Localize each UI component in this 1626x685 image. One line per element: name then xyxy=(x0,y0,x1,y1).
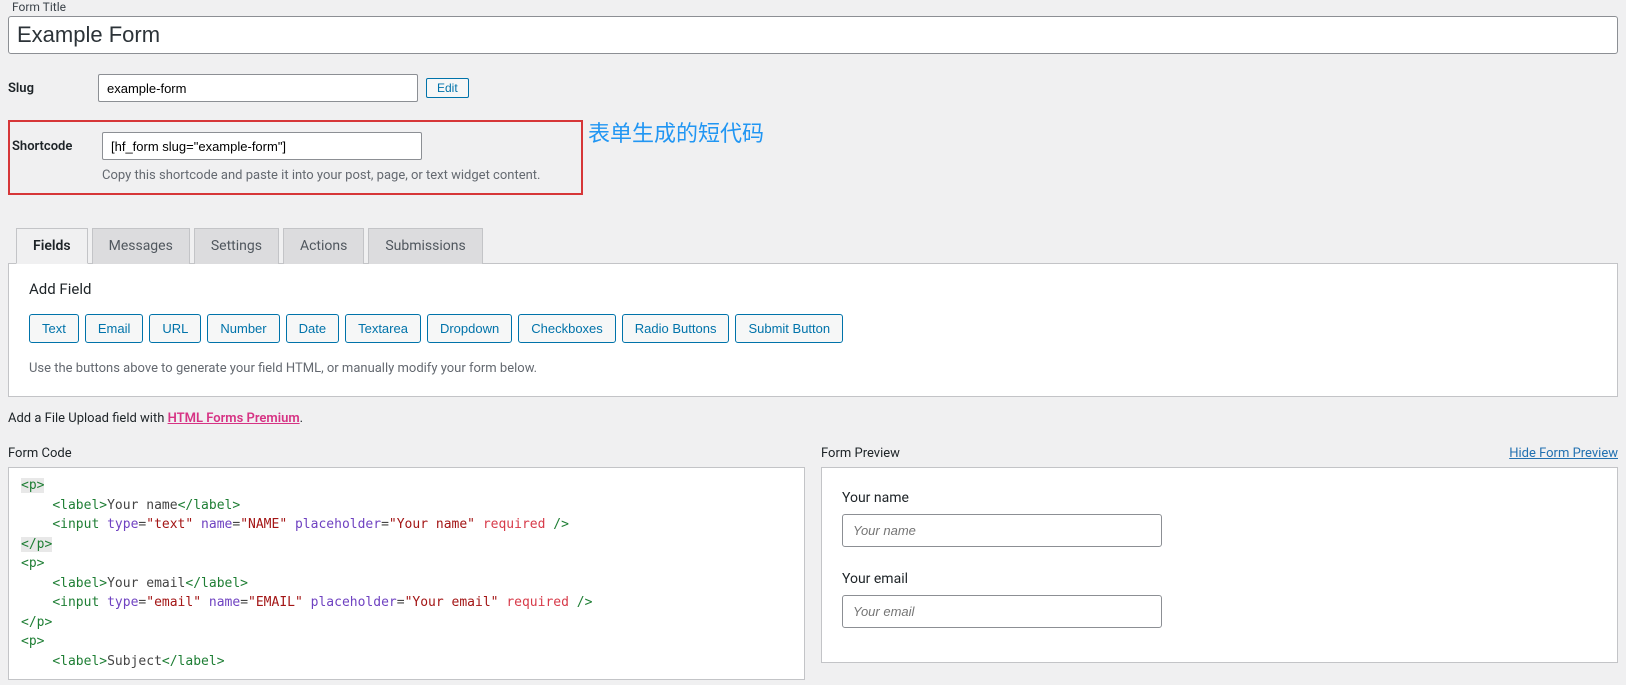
tab-settings[interactable]: Settings xyxy=(194,228,279,264)
upload-note-suffix: . xyxy=(300,411,303,426)
field-type-date-button[interactable]: Date xyxy=(286,314,339,343)
form-preview-box: Your name Your email xyxy=(821,467,1618,663)
field-type-text-button[interactable]: Text xyxy=(29,314,79,343)
preview-label: Your email xyxy=(842,571,1597,587)
field-type-textarea-button[interactable]: Textarea xyxy=(345,314,421,343)
form-title-input[interactable] xyxy=(8,16,1618,54)
annotation-text: 表单生成的短代码 xyxy=(588,116,764,148)
form-preview-title: Form Preview xyxy=(821,446,900,461)
upload-note: Add a File Upload field with HTML Forms … xyxy=(8,411,1618,426)
add-field-panel: Add Field TextEmailURLNumberDateTextarea… xyxy=(8,264,1618,397)
slug-label: Slug xyxy=(8,81,98,96)
slug-input[interactable] xyxy=(98,74,418,102)
field-type-radio-buttons-button[interactable]: Radio Buttons xyxy=(622,314,730,343)
field-type-dropdown-button[interactable]: Dropdown xyxy=(427,314,512,343)
tabs-nav: FieldsMessagesSettingsActionsSubmissions xyxy=(8,227,1618,264)
field-type-url-button[interactable]: URL xyxy=(149,314,201,343)
add-field-help: Use the buttons above to generate your f… xyxy=(29,361,1597,376)
shortcode-label: Shortcode xyxy=(12,139,102,154)
form-preview-column: Form Preview Hide Form Preview Your name… xyxy=(821,446,1618,680)
field-buttons-row: TextEmailURLNumberDateTextareaDropdownCh… xyxy=(29,314,1597,343)
tab-messages[interactable]: Messages xyxy=(92,228,190,264)
shortcode-input[interactable] xyxy=(102,132,422,160)
edit-slug-button[interactable]: Edit xyxy=(426,78,469,98)
form-code-editor[interactable]: <p> <label>Your name</label> <input type… xyxy=(8,467,805,680)
tab-actions[interactable]: Actions xyxy=(283,228,364,264)
form-title-label: Form Title xyxy=(8,0,1618,14)
preview-input[interactable] xyxy=(842,595,1162,628)
shortcode-highlight-box: Shortcode Copy this shortcode and paste … xyxy=(8,120,583,195)
upload-note-prefix: Add a File Upload field with xyxy=(8,411,168,426)
field-type-checkboxes-button[interactable]: Checkboxes xyxy=(518,314,616,343)
field-type-submit-button-button[interactable]: Submit Button xyxy=(735,314,843,343)
field-type-email-button[interactable]: Email xyxy=(85,314,144,343)
form-code-column: Form Code <p> <label>Your name</label> <… xyxy=(8,446,805,680)
shortcode-help-text: Copy this shortcode and paste it into yo… xyxy=(100,168,581,183)
slug-row: Slug Edit xyxy=(8,74,1618,102)
tab-submissions[interactable]: Submissions xyxy=(368,228,482,264)
hide-preview-link[interactable]: Hide Form Preview xyxy=(1509,446,1618,461)
premium-link[interactable]: HTML Forms Premium xyxy=(168,411,300,426)
preview-label: Your name xyxy=(842,490,1597,506)
tab-fields[interactable]: Fields xyxy=(16,228,88,264)
form-code-title: Form Code xyxy=(8,446,72,461)
field-type-number-button[interactable]: Number xyxy=(207,314,279,343)
preview-input[interactable] xyxy=(842,514,1162,547)
add-field-title: Add Field xyxy=(29,280,1597,298)
